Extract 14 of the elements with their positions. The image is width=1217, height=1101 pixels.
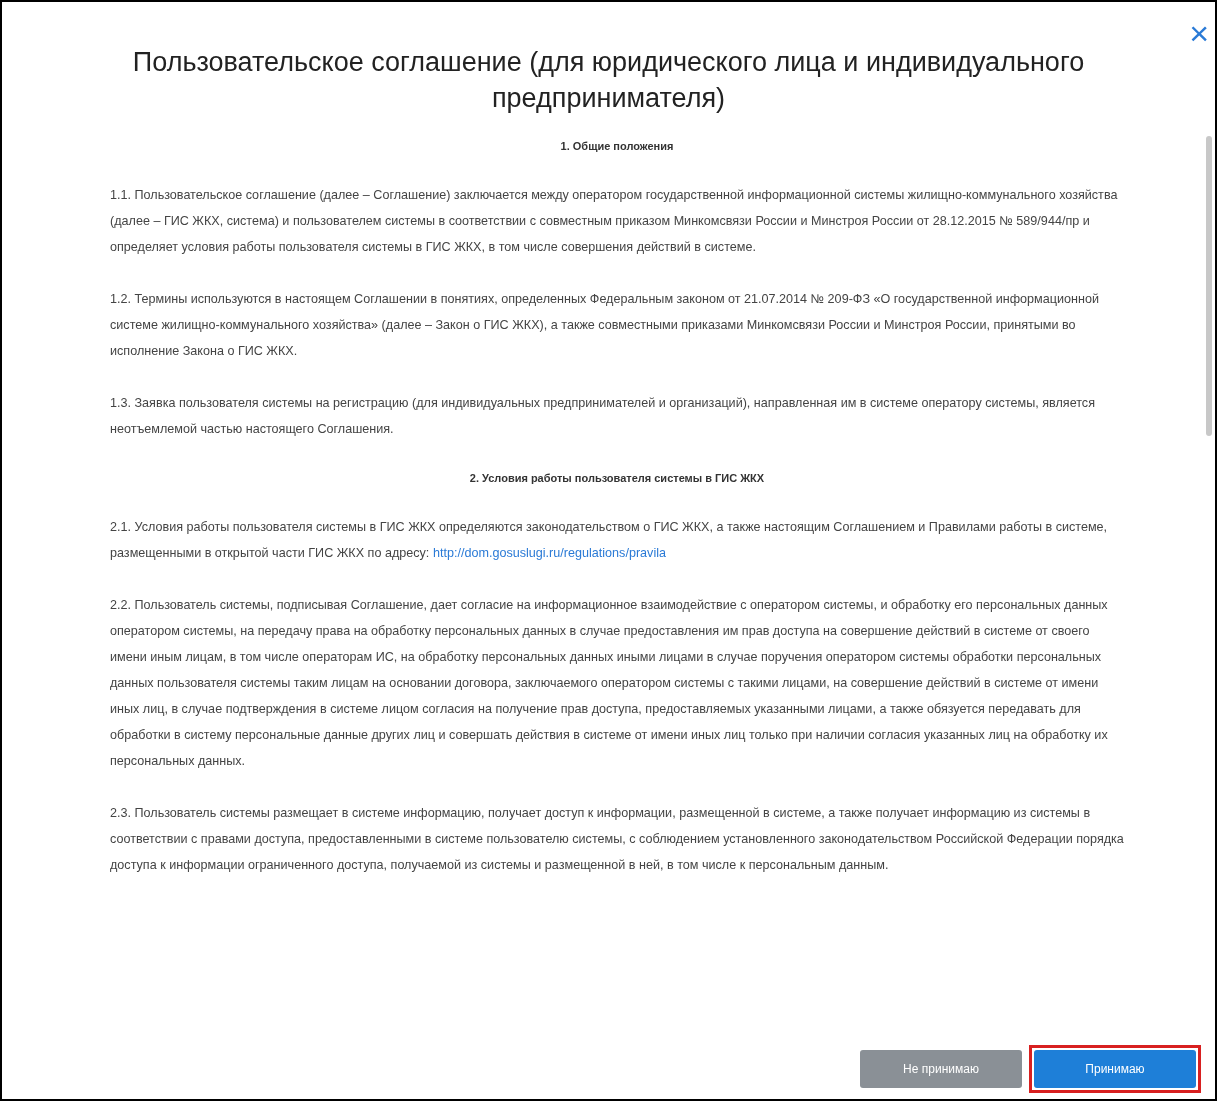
- agreement-paragraph: 1.2. Термины используются в настоящем Соглашении в понятиях, определенных Федеральным законом от 21.07.2014 № 209-ФЗ «О государственной информационной системе жилищно-коммунального хозяйства» (далее – Закон о ГИС ЖКХ), а также совместными приказами Минкомсвязи России и Минстроя России, принятыми во исполнение Закона о ГИС ЖКХ.: [110, 291, 1100, 360]
- section-heading: 1. Общие положения: [559, 139, 675, 154]
- section-heading: 2. Условия работы пользователя системы в ГИС ЖКХ: [468, 471, 766, 486]
- agreement-paragraph: 1.1. Пользовательское соглашение (далее – Соглашение) заключается между оператором государственной информационной системы жилищно-коммунального хозяйства (далее – ГИС ЖКХ, система) и пользователем системы в соответствии с совместным приказом Минкомсвязи России и Минстроя России от 28.12.2015 № 589/944/пр и определяет условия работы пользователя системы в ГИС ЖКХ, в том числе совершения действий в системе.: [110, 187, 1119, 256]
- rules-link[interactable]: http://dom.gosuslugi.ru/regulations/pravila: [432, 546, 666, 560]
- accept-button[interactable]: Принимаю: [1034, 1050, 1196, 1088]
- agreement-paragraph: 2.3. Пользователь системы размещает в системе информацию, получает доступ к информации, размещенной в системе, а также получает информацию из системы в соответствии с правами доступа, предоставленными в системе пользователю системы, с соблюдением установленного законодательством Российской Федерации порядка доступа к информации ограниченного доступа, получаемой из системы и размещенной в ней, в том числе к персональным данным.: [110, 805, 1124, 874]
- dialog-title: Пользовательское соглашение (для юридического лица и индивидуального предпринимателя): [131, 46, 1086, 115]
- agreement-paragraph: 2.2. Пользователь системы, подписывая Соглашение, дает согласие на информационное взаимодействие с оператором системы, и обработку его персональных данных оператором системы, на передачу права на обработку персональных данных в случае предоставления им прав доступа на совершение действий в системе от своего имени иным лицам, в том числе операторам ИС, на обработку персональных данных иными лицами в случае поручения оператором системы обработки персональных данных пользователя системы таким лицам на основании договора, заключаемого оператором системы с такими лицами, на совершение действий в системе от имени иных лиц, в случае подтверждения в системе лицом согласия на получение прав доступа, предоставляемых указанными лицами, а также обязуется передавать для обработки в систему персональные данные других лиц и совершать действия в системе от имени иных лиц только при наличии согласия указанных лиц на обработку их персональных данных.: [110, 597, 1109, 770]
- agreement-paragraph: 2.1. Условия работы пользователя системы в ГИС ЖКХ определяются законодательством о ГИС ЖКХ, а также настоящим Соглашением и Правилами работы в системе, размещенными в открытой части ГИС ЖКХ по адресу: http://dom.gosuslugi.ru/regulations/pravila: [110, 519, 1109, 562]
- scrollbar-thumb[interactable]: [1206, 136, 1212, 436]
- decline-button[interactable]: Не принимаю: [860, 1050, 1022, 1088]
- agreement-paragraph: 1.3. Заявка пользователя системы на регистрацию (для индивидуальных предпринимателей и организаций), направленная им в системе оператору системы, является неотъемлемой частью настоящего Соглашения.: [110, 395, 1096, 438]
- close-button[interactable]: ×: [1185, 16, 1213, 50]
